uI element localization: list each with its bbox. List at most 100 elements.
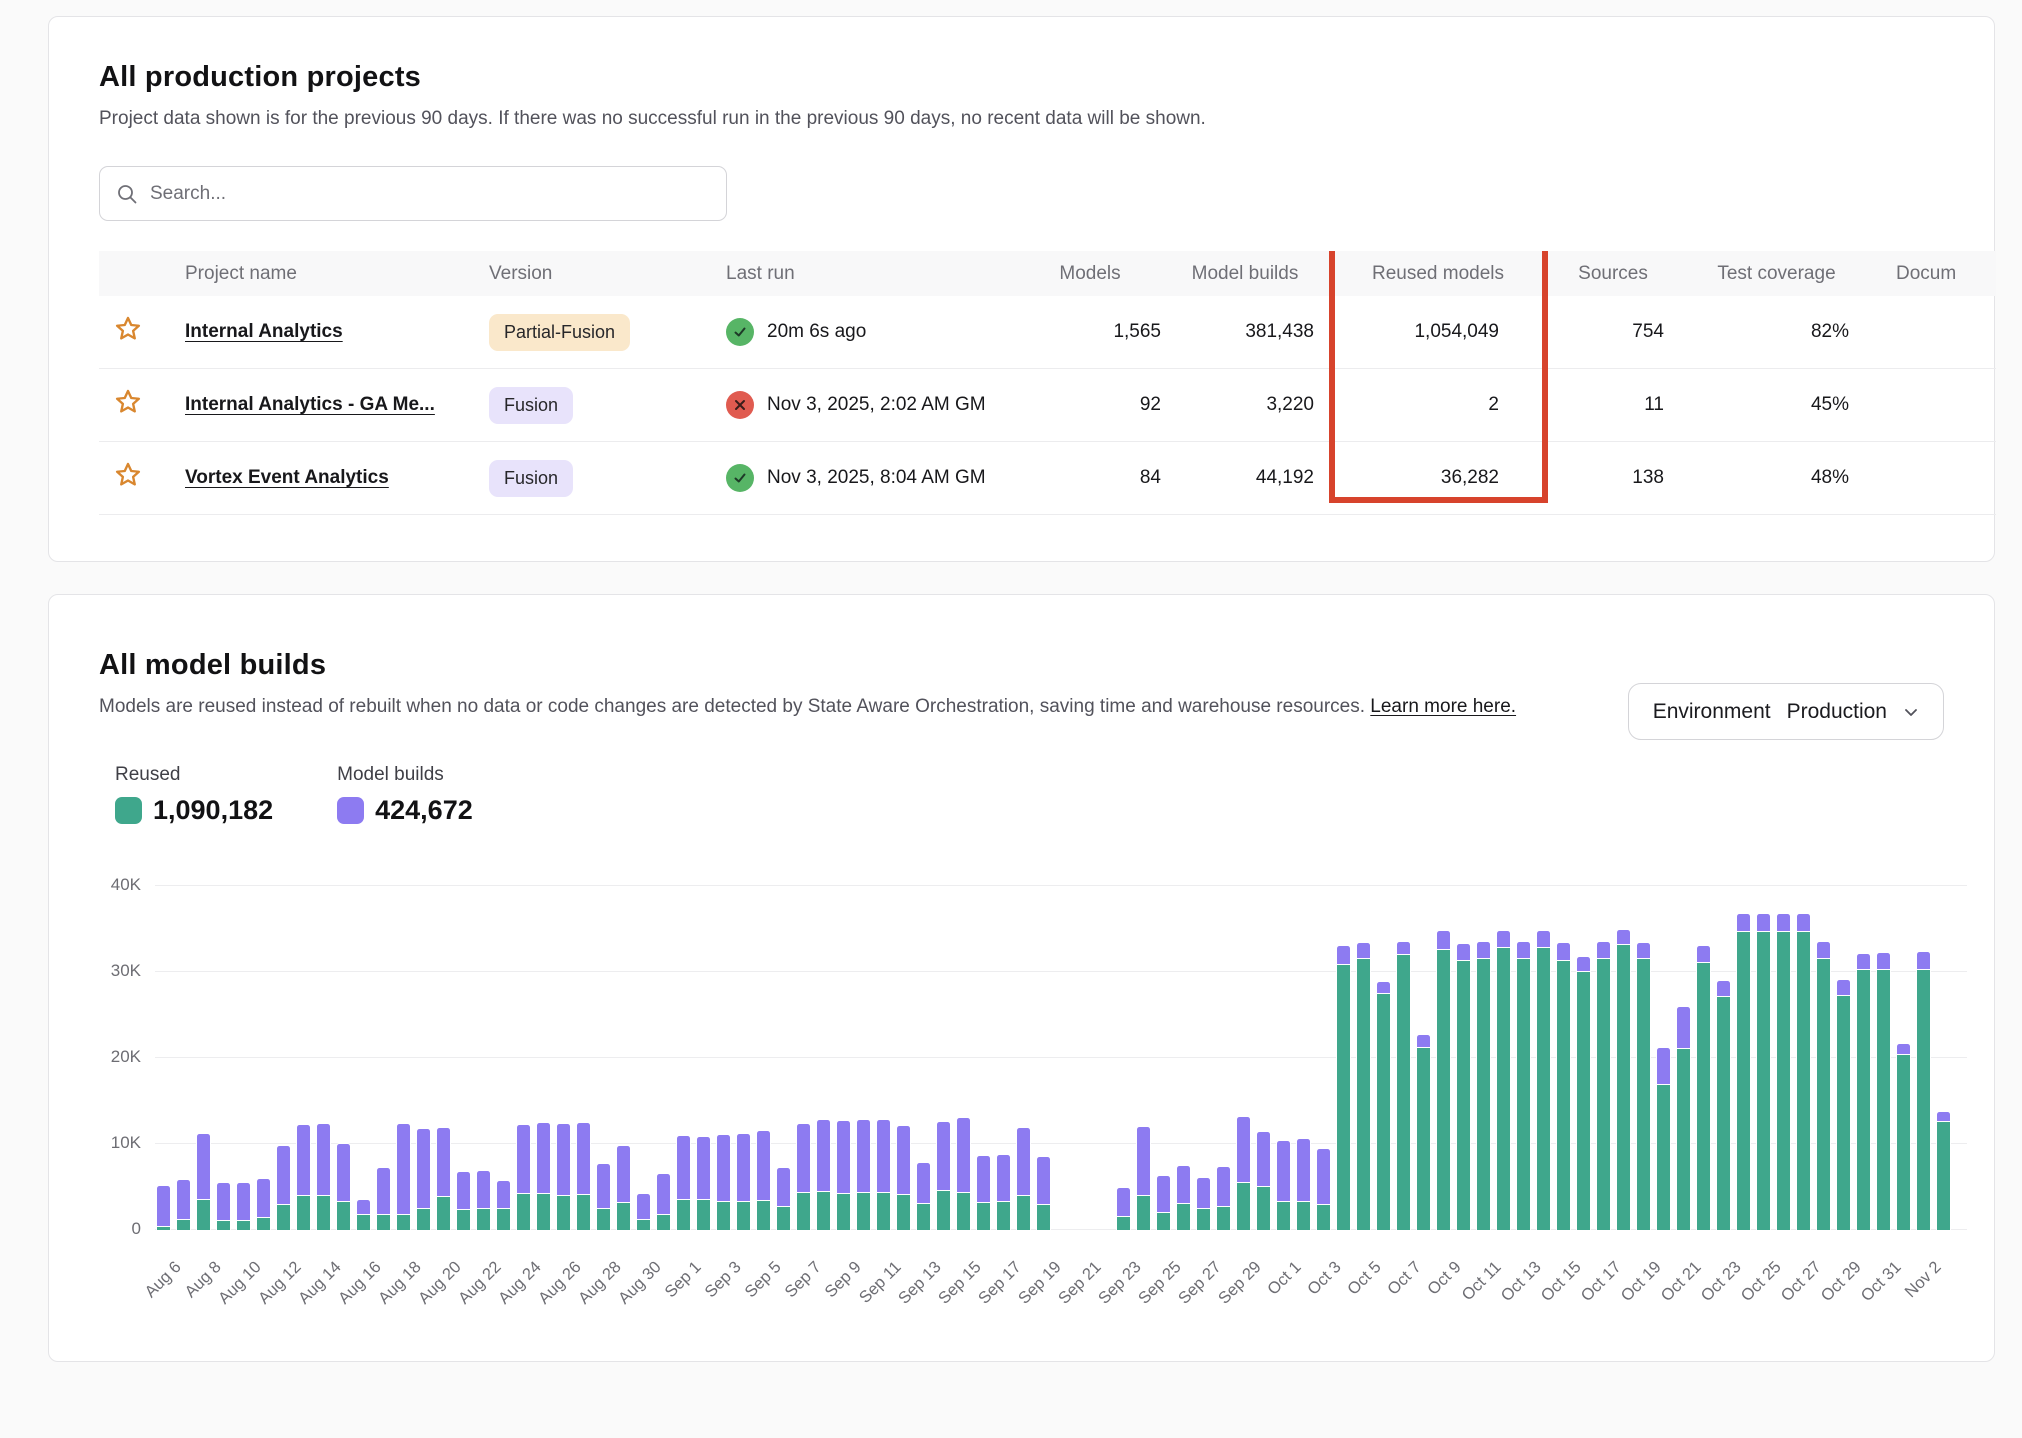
project-name-link[interactable]: Vortex Event Analytics bbox=[185, 467, 389, 488]
chart-bar bbox=[857, 1120, 870, 1230]
chart-bar bbox=[1217, 1167, 1230, 1230]
chart-bar bbox=[497, 1181, 510, 1230]
model-builds-value: 44,192 bbox=[1161, 467, 1329, 489]
chart-plot-area bbox=[155, 886, 1967, 1230]
bar-segment-builds bbox=[1337, 946, 1350, 965]
y-axis-tick: 40K bbox=[99, 875, 141, 895]
bar-segment-builds bbox=[1877, 953, 1890, 970]
bar-segment-reused bbox=[1357, 959, 1370, 1230]
bar-segment-reused bbox=[357, 1215, 370, 1230]
chart-bar bbox=[757, 1131, 770, 1230]
bar-segment-builds bbox=[1617, 930, 1630, 945]
bar-segment-builds bbox=[877, 1120, 890, 1193]
bar-segment-reused bbox=[577, 1195, 590, 1230]
bar-segment-reused bbox=[1417, 1048, 1430, 1230]
last-run-text: Nov 3, 2025, 2:02 AM GM bbox=[767, 394, 986, 416]
col-last-run: Last run bbox=[684, 251, 1019, 296]
bar-segment-builds bbox=[597, 1164, 610, 1209]
project-search[interactable] bbox=[99, 166, 727, 221]
chart-bar bbox=[457, 1172, 470, 1230]
legend-builds-label: Model builds bbox=[337, 764, 473, 786]
project-name-link[interactable]: Internal Analytics bbox=[185, 321, 343, 342]
bar-segment-reused bbox=[857, 1193, 870, 1230]
builds-title: All model builds bbox=[99, 649, 1944, 682]
bar-segment-reused bbox=[177, 1220, 190, 1230]
bar-segment-reused bbox=[977, 1203, 990, 1230]
chart-bar bbox=[1417, 1035, 1430, 1230]
model-builds-value: 381,438 bbox=[1161, 321, 1329, 343]
bar-segment-reused bbox=[1617, 945, 1630, 1230]
legend-reused-label: Reused bbox=[115, 764, 273, 786]
bar-segment-reused bbox=[1197, 1209, 1210, 1230]
chart-bar bbox=[397, 1124, 410, 1230]
bar-segment-builds bbox=[277, 1146, 290, 1205]
bar-segment-builds bbox=[397, 1124, 410, 1214]
bar-segment-builds bbox=[1497, 931, 1510, 948]
bar-segment-reused bbox=[1257, 1187, 1270, 1230]
chart-bar bbox=[1317, 1149, 1330, 1230]
bar-segment-reused bbox=[1017, 1196, 1030, 1230]
bar-segment-builds bbox=[1277, 1141, 1290, 1203]
chart-bar bbox=[1357, 943, 1370, 1230]
bar-segment-builds bbox=[857, 1120, 870, 1193]
bar-segment-builds bbox=[1837, 980, 1850, 996]
bar-segment-reused bbox=[457, 1210, 470, 1230]
y-axis-tick: 30K bbox=[99, 961, 141, 981]
chart-bar bbox=[177, 1180, 190, 1230]
bar-segment-reused bbox=[1477, 959, 1490, 1230]
chart-bar bbox=[917, 1163, 930, 1230]
favorite-star-button[interactable] bbox=[113, 460, 143, 496]
bar-segment-reused bbox=[797, 1193, 810, 1230]
chart-bar bbox=[1597, 942, 1610, 1230]
search-icon bbox=[116, 183, 138, 205]
bar-segment-reused bbox=[1597, 959, 1610, 1230]
star-icon bbox=[113, 387, 143, 417]
bar-segment-reused bbox=[337, 1202, 350, 1230]
table-row: Vortex Event AnalyticsFusion Nov 3, 2025… bbox=[99, 442, 1996, 515]
chart-bar bbox=[537, 1123, 550, 1230]
bar-segment-reused bbox=[1577, 972, 1590, 1230]
bar-segment-reused bbox=[1637, 959, 1650, 1230]
sources-value: 138 bbox=[1547, 467, 1679, 489]
bar-segment-reused bbox=[317, 1196, 330, 1230]
star-icon bbox=[113, 314, 143, 344]
chart-bar bbox=[1617, 930, 1630, 1230]
bar-segment-reused bbox=[937, 1191, 950, 1230]
sources-value: 11 bbox=[1547, 394, 1679, 416]
bar-segment-reused bbox=[597, 1209, 610, 1231]
bar-segment-builds bbox=[957, 1118, 970, 1193]
chart-bar bbox=[1437, 931, 1450, 1230]
last-run-text: Nov 3, 2025, 8:04 AM GM bbox=[767, 467, 986, 489]
chart-bar bbox=[1557, 943, 1570, 1230]
chart-bar bbox=[1817, 942, 1830, 1230]
bar-segment-reused bbox=[617, 1203, 630, 1230]
chart-bar bbox=[1297, 1139, 1310, 1230]
environment-select[interactable]: Environment Production bbox=[1628, 683, 1944, 740]
favorite-star-button[interactable] bbox=[113, 314, 143, 350]
bar-segment-reused bbox=[817, 1192, 830, 1230]
run-success-icon bbox=[726, 318, 754, 346]
bar-segment-reused bbox=[1937, 1122, 1950, 1230]
favorite-star-button[interactable] bbox=[113, 387, 143, 423]
chart-bar bbox=[1277, 1141, 1290, 1230]
bar-segment-reused bbox=[297, 1196, 310, 1230]
search-input[interactable] bbox=[150, 183, 710, 205]
bar-segment-builds bbox=[737, 1134, 750, 1203]
environment-value: Production bbox=[1787, 700, 1887, 724]
bar-segment-reused bbox=[1857, 970, 1870, 1230]
project-name-link[interactable]: Internal Analytics - GA Me... bbox=[185, 394, 435, 415]
bar-segment-builds bbox=[1197, 1178, 1210, 1210]
col-reused-models: Reused models bbox=[1329, 263, 1547, 285]
bar-segment-reused bbox=[957, 1193, 970, 1230]
chart-bar bbox=[1837, 980, 1850, 1230]
bar-segment-builds bbox=[337, 1144, 350, 1202]
chart-bar bbox=[237, 1183, 250, 1230]
stacked-bar-chart: 010K20K30K40K Aug 6Aug 8Aug 10Aug 12Aug … bbox=[99, 866, 1944, 1336]
bar-segment-reused bbox=[1737, 932, 1750, 1230]
chart-legend: Reused 1,090,182 Model builds 424,672 bbox=[115, 764, 1944, 826]
bar-segment-builds bbox=[1237, 1117, 1250, 1182]
col-documentation: Docum bbox=[1874, 263, 1994, 285]
chart-bar bbox=[1917, 952, 1930, 1230]
chart-bar bbox=[1537, 931, 1550, 1230]
learn-more-link[interactable]: Learn more here. bbox=[1370, 696, 1516, 717]
